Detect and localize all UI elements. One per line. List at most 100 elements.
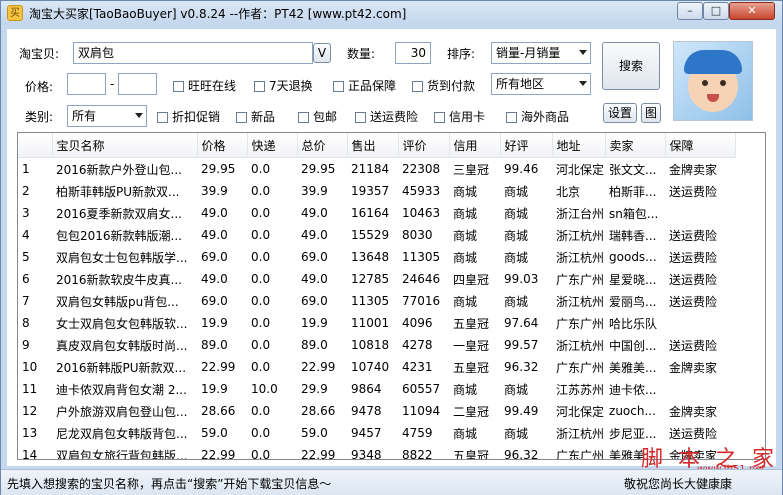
column-header[interactable]: 宝贝名称 [52, 133, 198, 158]
image-button[interactable]: 图 [641, 103, 661, 123]
column-header[interactable]: 总价 [297, 133, 348, 158]
keyword-input[interactable]: 双肩包 [73, 42, 313, 64]
table-cell: 28.66 [301, 404, 336, 418]
table-row[interactable]: 8 女士双肩包女包韩版软... 19.9 0.0 19.9 11001 4096 五皇冠 97.… [18, 312, 735, 334]
filter-cod[interactable]: 货到付款 [412, 79, 475, 93]
avatar-eye-left [702, 80, 708, 86]
title-bar: 买 淘宝大买家[TaoBaoBuyer] v0.8.24 --作者：PT42 [… [1, 1, 782, 25]
table-cell: 广东广州 [556, 360, 605, 375]
table-cell: 五皇冠 [453, 448, 490, 460]
table-cell: 0.0 [251, 448, 271, 460]
table-row[interactable]: 10 2016新韩版PU新款双... 22.99 0.0 22.99 10740 4231 五… [18, 356, 735, 378]
table-cell: 0.0 [251, 360, 271, 374]
column-header[interactable]: 保障 [665, 133, 736, 158]
table-row[interactable]: 13 尼龙双肩包女韩版背包... 59.0 0.0 59.0 9457 4759 商城 商城 浙江… [18, 422, 735, 444]
table-cell: 77016 [402, 294, 441, 308]
column-header[interactable]: 信用 [449, 133, 501, 158]
table-cell: 99.46 [504, 162, 539, 176]
table-cell: 2016夏季新款双肩女... [56, 206, 182, 221]
price-max-input[interactable] [118, 73, 157, 95]
table-cell: 7 [22, 294, 30, 308]
table-cell: 0.0 [251, 272, 271, 286]
sort-select[interactable]: 销量-月销量 [491, 42, 591, 64]
results-table: 宝贝名称 价格 快递 总价 售出 评价 信用 好评 地址 卖家 保障 1 2016新款户外登山包...… [17, 132, 766, 460]
table-cell: 商城 [504, 382, 529, 397]
filter-wangwang-online[interactable]: 旺旺在线 [173, 79, 236, 93]
column-header[interactable]: 售出 [347, 133, 399, 158]
checkbox-icon [506, 112, 517, 123]
table-cell: 45933 [402, 184, 441, 198]
table-cell: 39.9 [201, 184, 228, 198]
column-header[interactable]: 地址 [552, 133, 606, 158]
table-cell: 69.0 [201, 294, 228, 308]
filter-free-shipping[interactable]: 包邮 [298, 110, 337, 124]
table-cell: 送运费险 [669, 294, 718, 309]
filter-shipping-insurance[interactable]: 送运费险 [355, 110, 418, 124]
table-row[interactable]: 4 包包2016新款韩版潮... 49.0 0.0 49.0 15529 8030 商城 商城 浙… [18, 224, 735, 246]
filter-genuine[interactable]: 正品保障 [333, 79, 396, 93]
search-button[interactable]: 搜索 [602, 42, 660, 90]
table-cell: 49.0 [301, 228, 328, 242]
table-cell: 送运费险 [669, 338, 718, 353]
column-header[interactable]: 好评 [500, 133, 553, 158]
keyword-dropdown-button[interactable]: V [313, 43, 331, 63]
table-row[interactable]: 9 真皮双肩包女韩版时尚... 89.0 0.0 89.0 10818 4278 一皇冠 99.… [18, 334, 735, 356]
table-cell: 21184 [351, 162, 390, 176]
column-header[interactable]: 价格 [197, 133, 248, 158]
filter-7day-return[interactable]: 7天退换 [254, 79, 313, 93]
chevron-down-icon [579, 50, 587, 55]
filter-label: 7天退换 [269, 79, 313, 93]
column-header[interactable] [18, 133, 53, 158]
category-select[interactable]: 所有 [67, 105, 147, 127]
filter-overseas[interactable]: 海外商品 [506, 110, 569, 124]
table-cell: 99.03 [504, 272, 539, 286]
price-label: 价格: [25, 80, 54, 94]
table-row[interactable]: 2 柏斯菲韩版PU新款双... 39.9 0.0 39.9 19357 45933 商城 商城 北… [18, 180, 735, 202]
table-row[interactable]: 5 双肩包女士包包韩版学... 69.0 0.0 69.0 13648 11305 商城 商城 浙… [18, 246, 735, 268]
table-cell: 19357 [351, 184, 390, 198]
table-cell: 广东广州 [556, 316, 605, 331]
window-title: 淘宝大买家[TaoBaoBuyer] v0.8.24 --作者：PT42 [ww… [29, 7, 407, 21]
table-cell: 浙江杭州 [556, 294, 605, 309]
table-row[interactable]: 7 双肩包女韩版pu背包... 69.0 0.0 69.0 11305 77016 商城 商城 浙… [18, 290, 735, 312]
table-cell: 96.32 [504, 360, 539, 374]
count-input[interactable]: 30 [395, 42, 431, 64]
table-cell: 商城 [504, 250, 529, 265]
table-cell: 2016新款软皮牛皮真... [56, 272, 182, 287]
table-cell: 9478 [351, 404, 382, 418]
column-header[interactable]: 卖家 [605, 133, 666, 158]
maximize-button[interactable]: □ [703, 2, 729, 20]
table-cell: 59.0 [301, 426, 328, 440]
checkbox-icon [355, 112, 366, 123]
column-header[interactable]: 评价 [398, 133, 450, 158]
table-cell: 8822 [402, 448, 433, 460]
filter-discount[interactable]: 折扣促销 [157, 110, 220, 124]
table-cell: 15529 [351, 228, 390, 242]
column-header[interactable]: 快递 [247, 133, 298, 158]
table-cell: 商城 [453, 426, 478, 441]
main-panel: 淘宝贝: 双肩包 V 数量: 30 排序: 销量-月销量 搜索 价格: - 旺旺… [7, 29, 776, 466]
table-row[interactable]: 1 2016新款户外登山包... 29.95 0.0 29.95 21184 22308 三皇… [18, 158, 735, 181]
table-cell: 10 [22, 360, 38, 374]
table-row[interactable]: 11 迪卡侬双肩背包女潮 2... 19.9 10.0 29.9 9864 60557 商城 商… [18, 378, 735, 400]
table-cell: 五皇冠 [453, 360, 490, 375]
table-cell: 金牌卖家 [669, 360, 718, 375]
table-row[interactable]: 12 户外旅游双肩包登山包... 28.66 0.0 28.66 9478 11094 二皇冠… [18, 400, 735, 422]
filter-credit-card[interactable]: 信用卡 [434, 110, 485, 124]
close-button[interactable]: ✕ [729, 2, 775, 20]
table-cell: 19.9 [201, 316, 228, 330]
price-min-input[interactable] [67, 73, 106, 95]
table-cell: 一皇冠 [453, 338, 490, 353]
table-cell: 双肩包女韩版pu背包... [56, 294, 179, 309]
minimize-button[interactable]: – [677, 2, 703, 20]
results-grid: 宝贝名称 价格 快递 总价 售出 评价 信用 好评 地址 卖家 保障 1 2016新款户外登山包...… [18, 133, 736, 460]
settings-button[interactable]: 设置 [603, 103, 637, 123]
table-cell: 张文文... [609, 162, 657, 177]
app-icon: 买 [7, 5, 23, 21]
filter-new[interactable]: 新品 [236, 110, 275, 124]
table-row[interactable]: 14 双肩包女旅行背包韩版... 22.99 0.0 22.99 9348 8822 五皇冠 9… [18, 444, 735, 460]
region-select[interactable]: 所有地区 [491, 73, 591, 95]
table-row[interactable]: 3 2016夏季新款双肩女... 49.0 0.0 49.0 16164 10463 商城 商城… [18, 202, 735, 224]
table-cell: 19.9 [201, 382, 228, 396]
table-row[interactable]: 6 2016新款软皮牛皮真... 49.0 0.0 49.0 12785 24646 四皇冠 9… [18, 268, 735, 290]
